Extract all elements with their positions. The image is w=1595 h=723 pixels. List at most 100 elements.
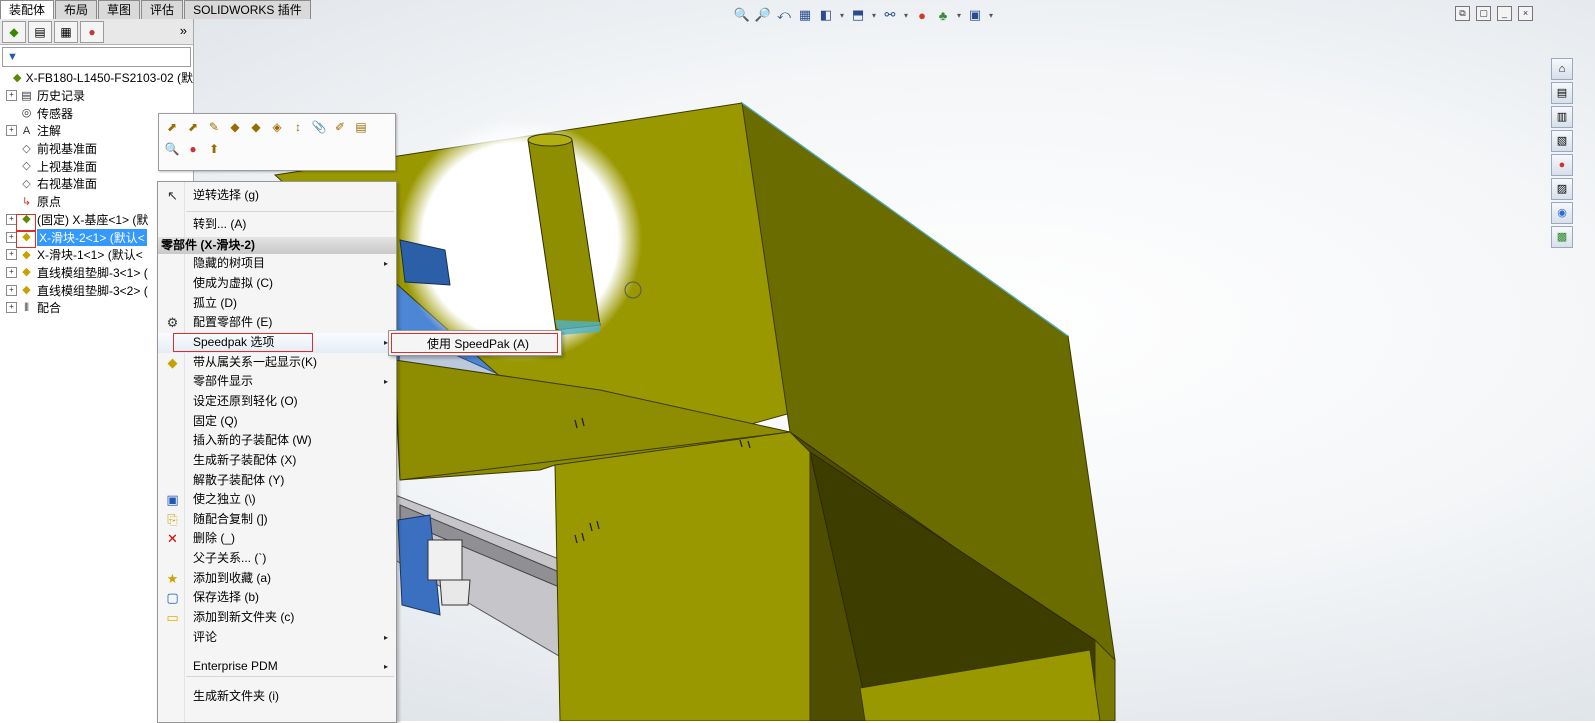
tile-icon[interactable]: ▢ — [1476, 6, 1491, 21]
edit-part-icon[interactable]: ✎ — [205, 118, 223, 136]
context-menu-item[interactable]: 转到... (A) — [158, 215, 396, 235]
restore-icon[interactable]: ⧉ — [1455, 6, 1470, 21]
context-menu-item[interactable]: 零部件显示 ▸ — [158, 372, 396, 392]
chevron-down-icon[interactable]: ▾ — [838, 6, 846, 24]
hide-components-icon[interactable]: ◈ — [268, 118, 286, 136]
file-explorer-icon[interactable]: ▧ — [1551, 130, 1573, 152]
tab-layout[interactable]: 布局 — [55, 0, 98, 19]
context-menu-item[interactable]: ▭ 添加到新文件夹 (c) — [158, 608, 396, 628]
context-menu-item[interactable]: ▣ 使之独立 (\) — [158, 490, 396, 510]
tree-item[interactable]: ◆ X-FB180-L1450-FS2103-02 (默 — [0, 69, 193, 87]
context-menu-item-label: 零部件显示 — [193, 374, 254, 388]
section-view-icon[interactable]: ▦ — [796, 6, 814, 24]
context-menu-item[interactable]: ◆ 带从属关系一起显示(K) — [158, 353, 396, 373]
tree-item-label: 前视基准面 — [37, 142, 98, 157]
heads-up-view-toolbar: 🔍 🔎 ⤺ ▦ ◧ ▾ ⬒ ▾ ⚯ ▾ ● ♣ ▾ ▣ ▾ — [733, 4, 995, 26]
context-menu-item-label: 插入新的子装配体 (W) — [193, 433, 312, 447]
feature-tree-tab-icon[interactable]: ◆ — [2, 20, 26, 43]
chevron-down-icon[interactable]: ▾ — [987, 6, 995, 24]
expand-toggle-icon[interactable]: + — [6, 284, 17, 296]
chevron-down-icon[interactable]: ▾ — [902, 6, 910, 24]
design-library-icon[interactable]: ▥ — [1551, 106, 1573, 128]
context-menu-item-label: 使成为虚拟 (C) — [193, 276, 273, 290]
open-part-icon[interactable]: ⬈ — [163, 118, 181, 136]
context-menu-item-label: 生成新文件夹 (i) — [193, 689, 279, 703]
component-properties-icon[interactable]: ◆ — [247, 118, 265, 136]
origin-icon: ↳ — [21, 195, 32, 208]
context-menu-item[interactable]: 插入新的子装配体 (W) — [158, 431, 396, 451]
tab-evaluate[interactable]: 评估 — [141, 0, 184, 19]
context-menu-item[interactable]: 生成新子装配体 (X) — [158, 451, 396, 471]
context-menu: 零部件 (X-滑块-2) ↖ 逆转选择 (g) 转到... (A) 隐藏的树项目 ▸ 使成… — [157, 181, 397, 723]
display-manager-tab-icon[interactable]: ● — [80, 20, 104, 43]
tab-solidworks-addins[interactable]: SOLIDWORKS 插件 — [184, 0, 311, 19]
minimize-icon[interactable]: _ — [1497, 6, 1512, 21]
zoom-to-fit-icon[interactable]: 🔍 — [733, 6, 751, 24]
context-menu-item[interactable]: 隐藏的树项目 ▸ — [158, 254, 396, 274]
expand-toggle-icon[interactable]: + — [6, 266, 17, 278]
zoom-to-area-icon[interactable]: 🔎 — [754, 6, 772, 24]
view-orientation-icon[interactable]: ◧ — [817, 6, 835, 24]
annotation-box-tree-icon — [16, 214, 36, 231]
appearances-icon[interactable]: ▨ — [1551, 178, 1573, 200]
close-icon[interactable]: × — [1518, 6, 1533, 21]
custom-properties-icon[interactable]: ◉ — [1551, 202, 1573, 224]
chevron-down-icon[interactable]: ▾ — [870, 6, 878, 24]
edit-assembly-icon[interactable]: ◆ — [226, 118, 244, 136]
previous-view-icon[interactable]: ⤺ — [775, 6, 793, 24]
delete-icon: ✕ — [167, 531, 178, 546]
context-menu-item[interactable]: ✕ 删除 (_) — [158, 529, 396, 549]
context-menu-item[interactable]: Enterprise PDM ▸ — [158, 657, 396, 677]
context-menu-item[interactable]: 评论 ▸ — [158, 628, 396, 648]
tree-item[interactable]: + ▤ 历史记录 — [0, 87, 193, 105]
context-menu-item[interactable]: 设定还原到轻化 (O) — [158, 392, 396, 412]
properties-icon[interactable]: ▤ — [352, 118, 370, 136]
expand-toggle-icon[interactable]: + — [6, 302, 17, 314]
context-menu-item[interactable]: ⚙ 配置零部件 (E) — [158, 313, 396, 333]
expand-toggle-icon[interactable]: + — [6, 249, 17, 261]
edit-appearance-icon[interactable]: ● — [913, 6, 931, 24]
context-menu-item[interactable]: 固定 (Q) — [158, 412, 396, 432]
context-menu-item[interactable]: 父子关系... (`) — [158, 549, 396, 569]
appearance-icon[interactable]: ● — [184, 140, 202, 158]
context-menu-item-label: 使之独立 (\) — [193, 492, 256, 506]
chevron-down-icon[interactable]: ▾ — [955, 6, 963, 24]
context-menu-item-label: 孤立 (D) — [193, 296, 237, 310]
property-manager-tab-icon[interactable]: ▤ — [28, 20, 52, 43]
view-settings-icon[interactable]: ▣ — [966, 6, 984, 24]
subassembly-icon: ◆ — [22, 284, 31, 297]
tab-assembly[interactable]: 装配体 — [0, 0, 55, 19]
expand-toggle-icon[interactable]: + — [6, 125, 17, 137]
context-menu-item[interactable]: ↖ 逆转选择 (g) — [158, 186, 396, 206]
context-menu-item[interactable]: 使成为虚拟 (C) — [158, 274, 396, 294]
move-components-icon[interactable]: ↕ — [289, 118, 307, 136]
open-assembly-icon[interactable]: ⬈ — [184, 118, 202, 136]
mate-icon[interactable]: 📎 — [310, 118, 328, 136]
context-menu-item[interactable]: 孤立 (D) — [158, 294, 396, 314]
configuration-manager-tab-icon[interactable]: ▦ — [54, 20, 78, 43]
context-menu-item[interactable]: 生成新文件夹 (i) — [158, 687, 396, 707]
view-palette-icon[interactable]: ● — [1551, 154, 1573, 176]
tree-item-label: 直线模组垫脚-3<1> ( — [37, 265, 148, 280]
context-menu-item[interactable]: ⎘ 随配合复制 (]) — [158, 510, 396, 530]
zoom-to-selection-icon[interactable]: 🔍 — [163, 140, 181, 158]
context-menu-item[interactable]: ▢ 保存选择 (b) — [158, 588, 396, 608]
more-tabs-icon[interactable]: » — [180, 23, 187, 38]
apply-scene-icon[interactable]: ♣ — [934, 6, 952, 24]
context-menu-item[interactable]: ★ 添加到收藏 (a) — [158, 569, 396, 589]
tab-sketch[interactable]: 草图 — [98, 0, 141, 19]
context-menu-item[interactable]: 解散子装配体 (Y) — [158, 471, 396, 491]
use-speedpak-item[interactable]: 使用 SpeedPak (A) — [427, 335, 529, 352]
forum-icon[interactable]: ▩ — [1551, 226, 1573, 248]
home-icon[interactable]: ⌂ — [1551, 58, 1573, 80]
display-style-icon[interactable]: ⬒ — [849, 6, 867, 24]
tree-filter[interactable]: ▼ — [2, 47, 191, 67]
assembly-icon: ◆ — [12, 71, 22, 84]
expand-toggle-icon[interactable]: + — [6, 90, 17, 102]
hide-show-items-icon[interactable]: ⚯ — [881, 6, 899, 24]
tree-item-label: 右视基准面 — [37, 177, 98, 192]
resources-icon[interactable]: ▤ — [1551, 82, 1573, 104]
edit-sketch-icon[interactable]: ✐ — [331, 118, 349, 136]
make-virtual-icon[interactable]: ⬆ — [205, 140, 223, 158]
annotation-icon: A — [22, 124, 31, 137]
